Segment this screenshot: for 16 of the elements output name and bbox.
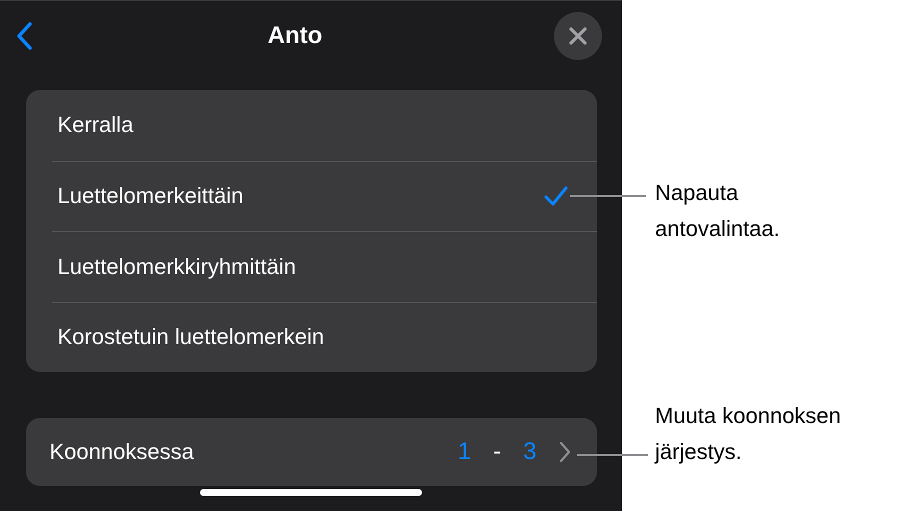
close-icon — [569, 26, 587, 44]
option-row[interactable]: Kerralla — [52, 90, 596, 160]
order-label: Koonnoksessa — [50, 439, 194, 465]
option-row[interactable]: Luettelomerkeittäin — [52, 160, 596, 231]
chevron-right-icon — [558, 441, 570, 463]
option-row[interactable]: Luettelomerkkiryhmittäin — [52, 231, 596, 302]
callout-text: Napauta antovalintaa. — [655, 179, 781, 243]
order-row[interactable]: Koonnoksessa 1 - 3 — [26, 418, 596, 486]
leader-line — [577, 454, 648, 456]
sheet-title: Anto — [268, 22, 322, 50]
start-number: 1 — [458, 438, 472, 466]
range-dash: - — [493, 438, 502, 466]
option-row[interactable]: Korostetuin luettelomerkein — [52, 302, 596, 372]
callout-text: Muuta koonnoksen järjestys. — [655, 402, 841, 466]
close-button[interactable] — [554, 12, 602, 60]
end-number: 3 — [523, 438, 536, 466]
